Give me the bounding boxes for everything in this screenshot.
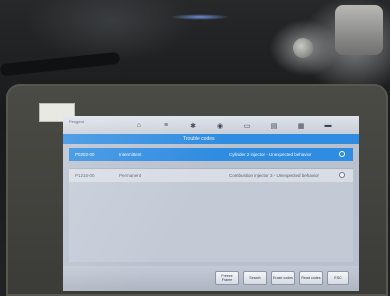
screen-footer: Freeze Frame Search Erase codes Read cod…	[63, 266, 359, 291]
dashboard-light	[170, 14, 230, 20]
row-select-radio[interactable]	[339, 151, 345, 157]
message-icon[interactable]: ▬	[324, 122, 332, 129]
gear-icon[interactable]: ✱	[189, 122, 197, 130]
settings-icon[interactable]: ≡	[162, 122, 170, 129]
trouble-code-row[interactable]: P1215-00 Permanent Combustion injector 3…	[69, 168, 353, 183]
control-knob	[293, 38, 313, 58]
print-icon[interactable]: ▤	[270, 122, 278, 130]
row-select-radio[interactable]	[339, 172, 345, 178]
tablet-screen: Peugeot ⌂ ≡ ✱ ◉ ▭ ▤ ▦ ▬ Trouble codes P0…	[63, 116, 359, 291]
screen-topbar: Peugeot ⌂ ≡ ✱ ◉ ▭ ▤ ▦ ▬	[63, 116, 359, 134]
folder-icon[interactable]: ▦	[297, 122, 305, 130]
camera-icon[interactable]: ◉	[216, 122, 224, 130]
home-icon[interactable]: ⌂	[135, 122, 143, 129]
gear-shifter	[335, 5, 383, 55]
erase-codes-button[interactable]: Erase codes	[271, 271, 295, 285]
code-status: Intermittent	[119, 152, 142, 157]
esc-button[interactable]: ESC	[327, 271, 349, 285]
vehicle-title-block: Peugeot	[69, 119, 84, 124]
panel-header: Trouble codes	[63, 134, 359, 144]
code-description: Cylinder 2 injector - Unexpected behavio…	[229, 152, 312, 157]
freeze-frame-button[interactable]: Freeze Frame	[215, 271, 239, 285]
car-icon[interactable]: ▭	[243, 122, 251, 130]
code-status: Permanent	[119, 173, 142, 178]
vehicle-make: Peugeot	[69, 119, 84, 124]
code-id: P1215-00	[75, 173, 95, 178]
search-button[interactable]: Search	[243, 271, 267, 285]
code-id: P0202-00	[75, 152, 95, 157]
code-description: Combustion injector 3 - Unexpected behav…	[229, 173, 320, 178]
read-codes-button[interactable]: Read codes	[299, 271, 323, 285]
trouble-code-row[interactable]: P0202-00 Intermittent Cylinder 2 injecto…	[69, 148, 353, 161]
code-list-empty-area	[69, 182, 353, 262]
panel-title: Trouble codes	[183, 136, 215, 142]
